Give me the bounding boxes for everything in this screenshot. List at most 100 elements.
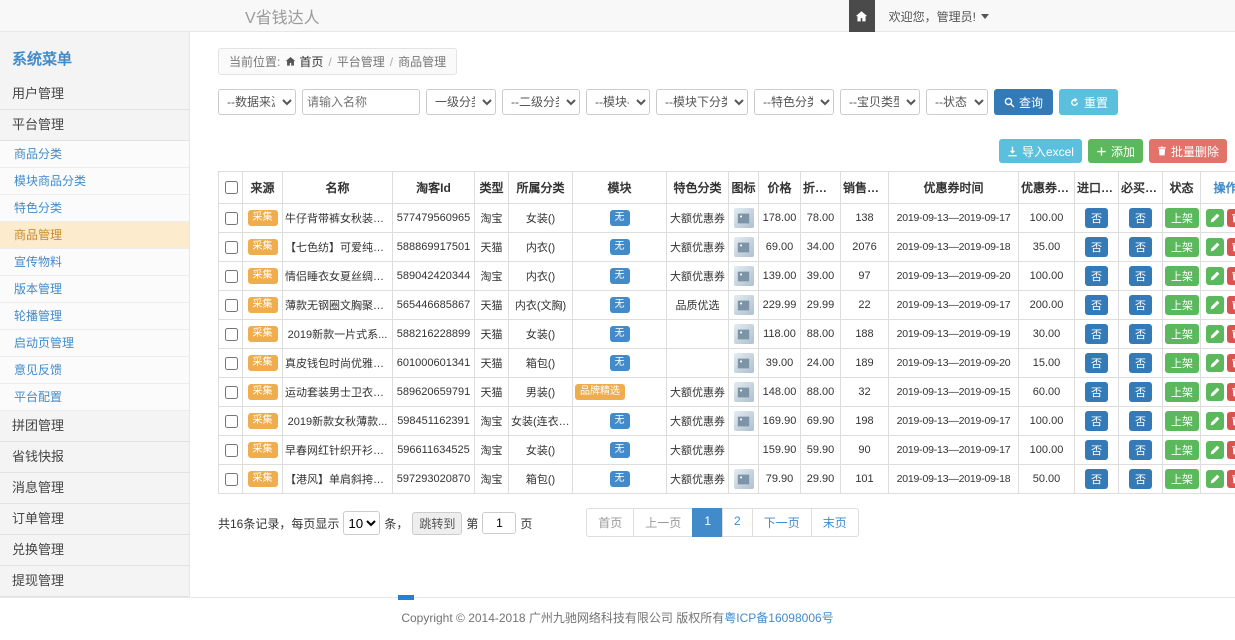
reset-button[interactable]: 重置 <box>1059 89 1118 115</box>
edit-button[interactable] <box>1206 354 1224 372</box>
filter-level2-category-select[interactable]: --二级分类-- <box>502 89 580 115</box>
must-buy-button[interactable]: 否 <box>1129 324 1152 344</box>
must-buy-button[interactable]: 否 <box>1129 382 1152 402</box>
sidebar-item-10[interactable]: 意见反馈 <box>0 357 189 384</box>
sidebar-item-16[interactable]: 兑换管理 <box>0 535 189 566</box>
delete-button[interactable] <box>1227 441 1235 459</box>
status-button[interactable]: 上架 <box>1165 469 1199 489</box>
status-button[interactable]: 上架 <box>1165 382 1199 402</box>
pagination-button-4[interactable]: 下一页 <box>752 508 812 537</box>
import-select-button[interactable]: 否 <box>1085 324 1108 344</box>
sidebar-item-13[interactable]: 省钱快报 <box>0 442 189 473</box>
status-button[interactable]: 上架 <box>1165 353 1199 373</box>
sidebar-item-5[interactable]: 商品管理 <box>0 222 189 249</box>
row-checkbox[interactable] <box>225 328 238 341</box>
sidebar-item-9[interactable]: 启动页管理 <box>0 330 189 357</box>
pagination-button-1[interactable]: 上一页 <box>633 508 693 537</box>
select-all-checkbox[interactable] <box>225 181 238 194</box>
delete-button[interactable] <box>1227 267 1235 285</box>
filter-module-subcategory-select[interactable]: --模块下分类-- <box>656 89 748 115</box>
status-button[interactable]: 上架 <box>1165 324 1199 344</box>
breadcrumb-home-link[interactable]: 首页 <box>285 53 323 70</box>
status-button[interactable]: 上架 <box>1165 208 1199 228</box>
filter-module-select[interactable]: --模块-- <box>586 89 650 115</box>
row-checkbox[interactable] <box>225 212 238 225</box>
edit-button[interactable] <box>1206 209 1224 227</box>
edit-button[interactable] <box>1206 325 1224 343</box>
search-button[interactable]: 查询 <box>994 89 1053 115</box>
status-button[interactable]: 上架 <box>1165 411 1199 431</box>
sidebar-item-0[interactable]: 用户管理 <box>0 79 189 110</box>
pagination-button-5[interactable]: 末页 <box>811 508 859 537</box>
must-buy-button[interactable]: 否 <box>1129 295 1152 315</box>
edit-button[interactable] <box>1206 267 1224 285</box>
status-button[interactable]: 上架 <box>1165 295 1199 315</box>
filter-feature-category-select[interactable]: --特色分类-- <box>754 89 834 115</box>
row-checkbox[interactable] <box>225 299 238 312</box>
must-buy-button[interactable]: 否 <box>1129 266 1152 286</box>
import-select-button[interactable]: 否 <box>1085 411 1108 431</box>
row-checkbox[interactable] <box>225 270 238 283</box>
pagination-button-3[interactable]: 2 <box>722 508 753 537</box>
row-checkbox[interactable] <box>225 415 238 428</box>
row-checkbox[interactable] <box>225 444 238 457</box>
import-select-button[interactable]: 否 <box>1085 440 1108 460</box>
delete-button[interactable] <box>1227 238 1235 256</box>
sidebar-item-4[interactable]: 特色分类 <box>0 195 189 222</box>
sidebar-item-12[interactable]: 拼团管理 <box>0 411 189 442</box>
row-checkbox[interactable] <box>225 473 238 486</box>
batch-delete-button[interactable]: 批量删除 <box>1149 139 1227 163</box>
add-button[interactable]: 添加 <box>1088 139 1143 163</box>
home-button[interactable] <box>849 0 875 32</box>
sidebar-item-17[interactable]: 提现管理 <box>0 566 189 597</box>
row-checkbox[interactable] <box>225 357 238 370</box>
sidebar-item-3[interactable]: 模块商品分类 <box>0 168 189 195</box>
sidebar-item-14[interactable]: 消息管理 <box>0 473 189 504</box>
edit-button[interactable] <box>1206 383 1224 401</box>
status-button[interactable]: 上架 <box>1165 237 1199 257</box>
sidebar-item-7[interactable]: 版本管理 <box>0 276 189 303</box>
filter-data-source-select[interactable]: --数据来源-- <box>218 89 296 115</box>
import-select-button[interactable]: 否 <box>1085 295 1108 315</box>
import-select-button[interactable]: 否 <box>1085 266 1108 286</box>
sidebar-item-8[interactable]: 轮播管理 <box>0 303 189 330</box>
must-buy-button[interactable]: 否 <box>1129 353 1152 373</box>
delete-button[interactable] <box>1227 412 1235 430</box>
import-select-button[interactable]: 否 <box>1085 208 1108 228</box>
edit-button[interactable] <box>1206 238 1224 256</box>
filter-level1-category-select[interactable]: 一级分类 <box>426 89 496 115</box>
import-select-button[interactable]: 否 <box>1085 353 1108 373</box>
delete-button[interactable] <box>1227 325 1235 343</box>
row-checkbox[interactable] <box>225 241 238 254</box>
delete-button[interactable] <box>1227 209 1235 227</box>
sidebar-item-6[interactable]: 宣传物料 <box>0 249 189 276</box>
delete-button[interactable] <box>1227 470 1235 488</box>
filter-item-type-select[interactable]: --宝贝类型-- <box>840 89 920 115</box>
jump-button[interactable]: 跳转到 <box>412 512 462 535</box>
user-menu[interactable]: 欢迎您，管理员! <box>889 8 989 25</box>
must-buy-button[interactable]: 否 <box>1129 411 1152 431</box>
must-buy-button[interactable]: 否 <box>1129 469 1152 489</box>
page-number-input[interactable] <box>482 512 516 534</box>
pagination-button-2[interactable]: 1 <box>692 508 723 537</box>
status-button[interactable]: 上架 <box>1165 440 1199 460</box>
must-buy-button[interactable]: 否 <box>1129 440 1152 460</box>
import-select-button[interactable]: 否 <box>1085 382 1108 402</box>
edit-button[interactable] <box>1206 470 1224 488</box>
sidebar-item-15[interactable]: 订单管理 <box>0 504 189 535</box>
pagination-button-0[interactable]: 首页 <box>586 508 634 537</box>
sidebar-item-2[interactable]: 商品分类 <box>0 141 189 168</box>
import-select-button[interactable]: 否 <box>1085 237 1108 257</box>
must-buy-button[interactable]: 否 <box>1129 237 1152 257</box>
edit-button[interactable] <box>1206 412 1224 430</box>
status-button[interactable]: 上架 <box>1165 266 1199 286</box>
sidebar-item-1[interactable]: 平台管理 <box>0 110 189 141</box>
delete-button[interactable] <box>1227 296 1235 314</box>
import-excel-button[interactable]: 导入excel <box>999 139 1082 163</box>
filter-status-select[interactable]: --状态-- <box>926 89 988 115</box>
delete-button[interactable] <box>1227 383 1235 401</box>
must-buy-button[interactable]: 否 <box>1129 208 1152 228</box>
edit-button[interactable] <box>1206 441 1224 459</box>
import-select-button[interactable]: 否 <box>1085 469 1108 489</box>
row-checkbox[interactable] <box>225 386 238 399</box>
